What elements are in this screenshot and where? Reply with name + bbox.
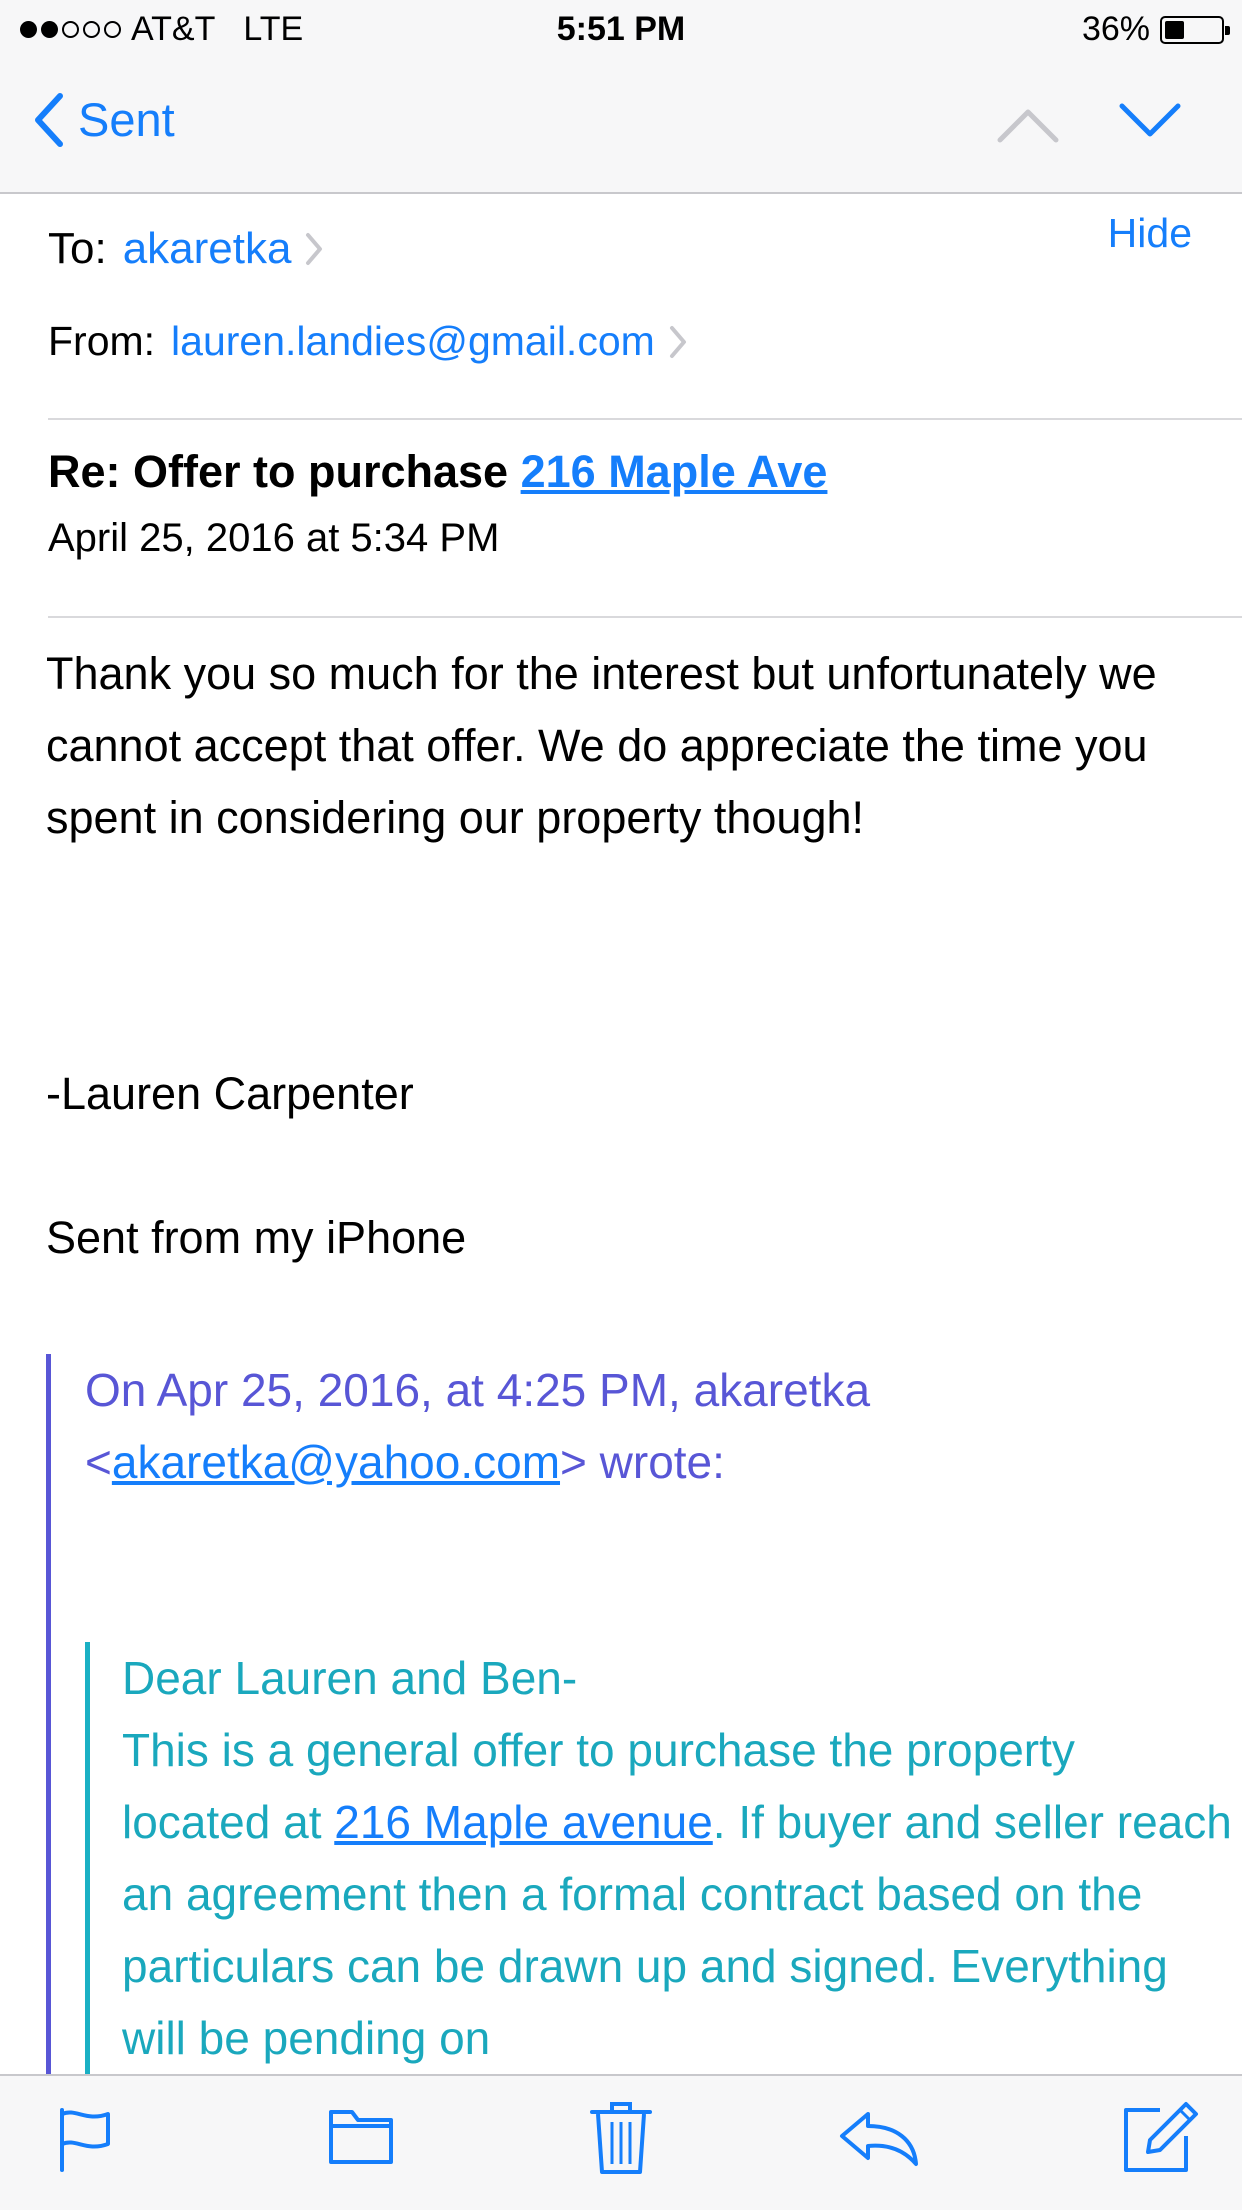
nested-quote: Dear Lauren and Ben- This is a general o…: [85, 1642, 1240, 2082]
header-divider: [48, 418, 1242, 420]
previous-message-icon[interactable]: [996, 106, 1060, 146]
quote-address-link[interactable]: 216 Maple avenue: [334, 1796, 713, 1848]
compose-icon[interactable]: [1120, 2096, 1200, 2176]
quote-greeting: Dear Lauren and Ben-: [122, 1652, 578, 1704]
from-label: From:: [48, 318, 156, 364]
battery-icon: [1160, 15, 1230, 44]
nested-quote-text: Dear Lauren and Ben- This is a general o…: [122, 1642, 1232, 2074]
status-bar: AT&T LTE 5:51 PM 36%: [0, 0, 1242, 62]
quoted-message: On Apr 25, 2016, at 4:25 PM, akaretka <a…: [46, 1354, 1242, 2084]
status-time: 5:51 PM: [556, 10, 686, 48]
attribution-wrote: > wrote:: [560, 1436, 725, 1488]
chevron-right-icon: [306, 233, 323, 265]
attribution-email-link[interactable]: akaretka@yahoo.com: [112, 1436, 560, 1488]
from-sender[interactable]: lauren.landies@gmail.com: [171, 318, 655, 365]
from-row: From: lauren.landies@gmail.com: [48, 318, 687, 365]
next-message-icon[interactable]: [1118, 100, 1182, 140]
subject-address-link[interactable]: 216 Maple Ave: [521, 446, 828, 497]
message-date: April 25, 2016 at 5:34 PM: [48, 516, 500, 560]
reply-icon[interactable]: [838, 2110, 920, 2168]
signature: -Lauren Carpenter: [46, 1068, 414, 1119]
sent-from-line: Sent from my iPhone: [46, 1212, 467, 1263]
back-button[interactable]: Sent: [34, 92, 175, 147]
status-right: 36%: [1081, 10, 1230, 49]
flag-icon[interactable]: [56, 2106, 114, 2172]
back-button-label: Sent: [78, 93, 175, 146]
navigation-bar: Sent: [0, 62, 1242, 194]
to-row: To: akaretka: [48, 224, 323, 274]
chevron-right-icon: [669, 325, 686, 358]
quote-attribution: On Apr 25, 2016, at 4:25 PM, akaretka <a…: [85, 1354, 1215, 1498]
battery-percentage: 36%: [1081, 10, 1150, 48]
attribution-text: On Apr 25, 2016, at 4:25 PM, akaretka: [85, 1364, 871, 1416]
to-recipient[interactable]: akaretka: [123, 224, 292, 274]
message-body: Thank you so much for the interest but u…: [46, 638, 1206, 854]
bottom-toolbar: [0, 2074, 1242, 2210]
to-label: To:: [48, 224, 107, 273]
subject-divider: [48, 616, 1242, 618]
message-subject: Re: Offer to purchase 216 Maple Ave: [48, 446, 827, 498]
body-text: Thank you so much for the interest but u…: [46, 648, 1157, 843]
folder-icon[interactable]: [328, 2106, 394, 2166]
chevron-left-icon: [35, 92, 63, 147]
hide-button[interactable]: Hide: [1108, 210, 1192, 257]
attribution-lt: <: [85, 1436, 112, 1488]
subject-text: Re: Offer to purchase: [48, 446, 509, 497]
trash-icon[interactable]: [590, 2100, 652, 2176]
